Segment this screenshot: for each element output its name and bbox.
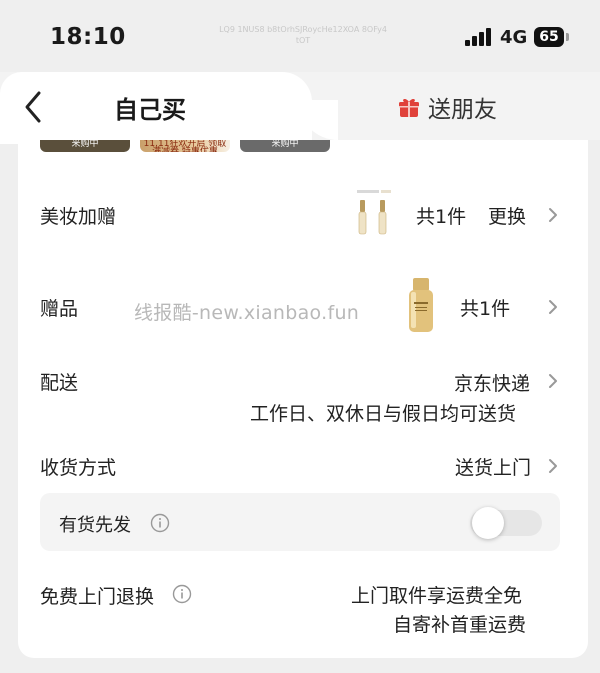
network-type: 4G <box>500 27 528 48</box>
tab-self-buy-label: 自己买 <box>114 96 186 124</box>
in-stock-first-label: 有货先发 <box>59 515 131 536</box>
chevron-right-icon <box>548 299 558 315</box>
gift-count: 共1件 <box>460 298 511 320</box>
tab-bar: 自己买 送朋友 <box>0 72 600 144</box>
order-options-card: 来购中 11.11狂欢开启 领取满减券 特惠优惠 来购中 美妆加赠 共1件 更换… <box>18 140 588 658</box>
free-return-line1: 上门取件享运费全免 <box>351 585 523 607</box>
delivery-schedule: 工作日、双休日与假日均可送货 <box>250 403 517 425</box>
beauty-gift-change-link[interactable]: 更换 <box>488 202 526 229</box>
status-bar: 18:10 LQ9 1NUS8 b8tOrhSJRoycHe12XOA 8OFy… <box>0 0 600 72</box>
promo-tile[interactable]: 11.11狂欢开启 领取满减券 特惠优惠 <box>140 140 230 152</box>
gift-label: 赠品 <box>40 298 79 320</box>
delivery-label: 配送 <box>40 372 79 394</box>
tab-self-buy[interactable]: 自己买 <box>0 72 338 144</box>
status-time: 18:10 <box>50 24 126 50</box>
tab-gift-friend-label: 送朋友 <box>428 97 497 123</box>
delivery-carrier: 京东快递 <box>454 373 531 395</box>
watermark-text: 线报酷-new.xianbao.fun <box>134 302 360 324</box>
beauty-gift-label: 美妆加赠 <box>40 206 117 228</box>
status-overlay-text: LQ9 1NUS8 b8tOrhSJRoycHe12XOA 8OFy4tOT <box>219 25 387 45</box>
receive-method-label: 收货方式 <box>40 457 117 479</box>
gift-thumbnail <box>409 278 433 332</box>
signal-icon <box>465 28 493 46</box>
beauty-gift-count: 共1件 <box>416 206 467 228</box>
gift-icon <box>399 98 419 117</box>
info-icon[interactable] <box>172 584 192 604</box>
chevron-right-icon <box>548 458 558 474</box>
chevron-right-icon <box>548 373 558 389</box>
promo-tile[interactable]: 来购中 <box>240 140 330 152</box>
free-return-line2: 自寄补首重运费 <box>393 614 527 636</box>
toggle-knob <box>472 507 504 539</box>
battery-tip <box>566 33 569 41</box>
in-stock-first-toggle[interactable] <box>470 507 542 539</box>
info-icon[interactable] <box>150 513 170 533</box>
receive-method-value: 送货上门 <box>455 457 532 479</box>
back-icon[interactable] <box>22 90 48 124</box>
promo-tile[interactable]: 来购中 <box>40 140 130 152</box>
tab-gift-friend[interactable]: 送朋友 <box>398 90 497 124</box>
free-return-label: 免费上门退换 <box>40 586 155 608</box>
in-stock-first-box: 有货先发 <box>40 493 560 551</box>
beauty-gift-thumbnail <box>353 188 393 242</box>
battery-icon: 65 <box>534 27 564 47</box>
chevron-right-icon <box>548 207 558 223</box>
